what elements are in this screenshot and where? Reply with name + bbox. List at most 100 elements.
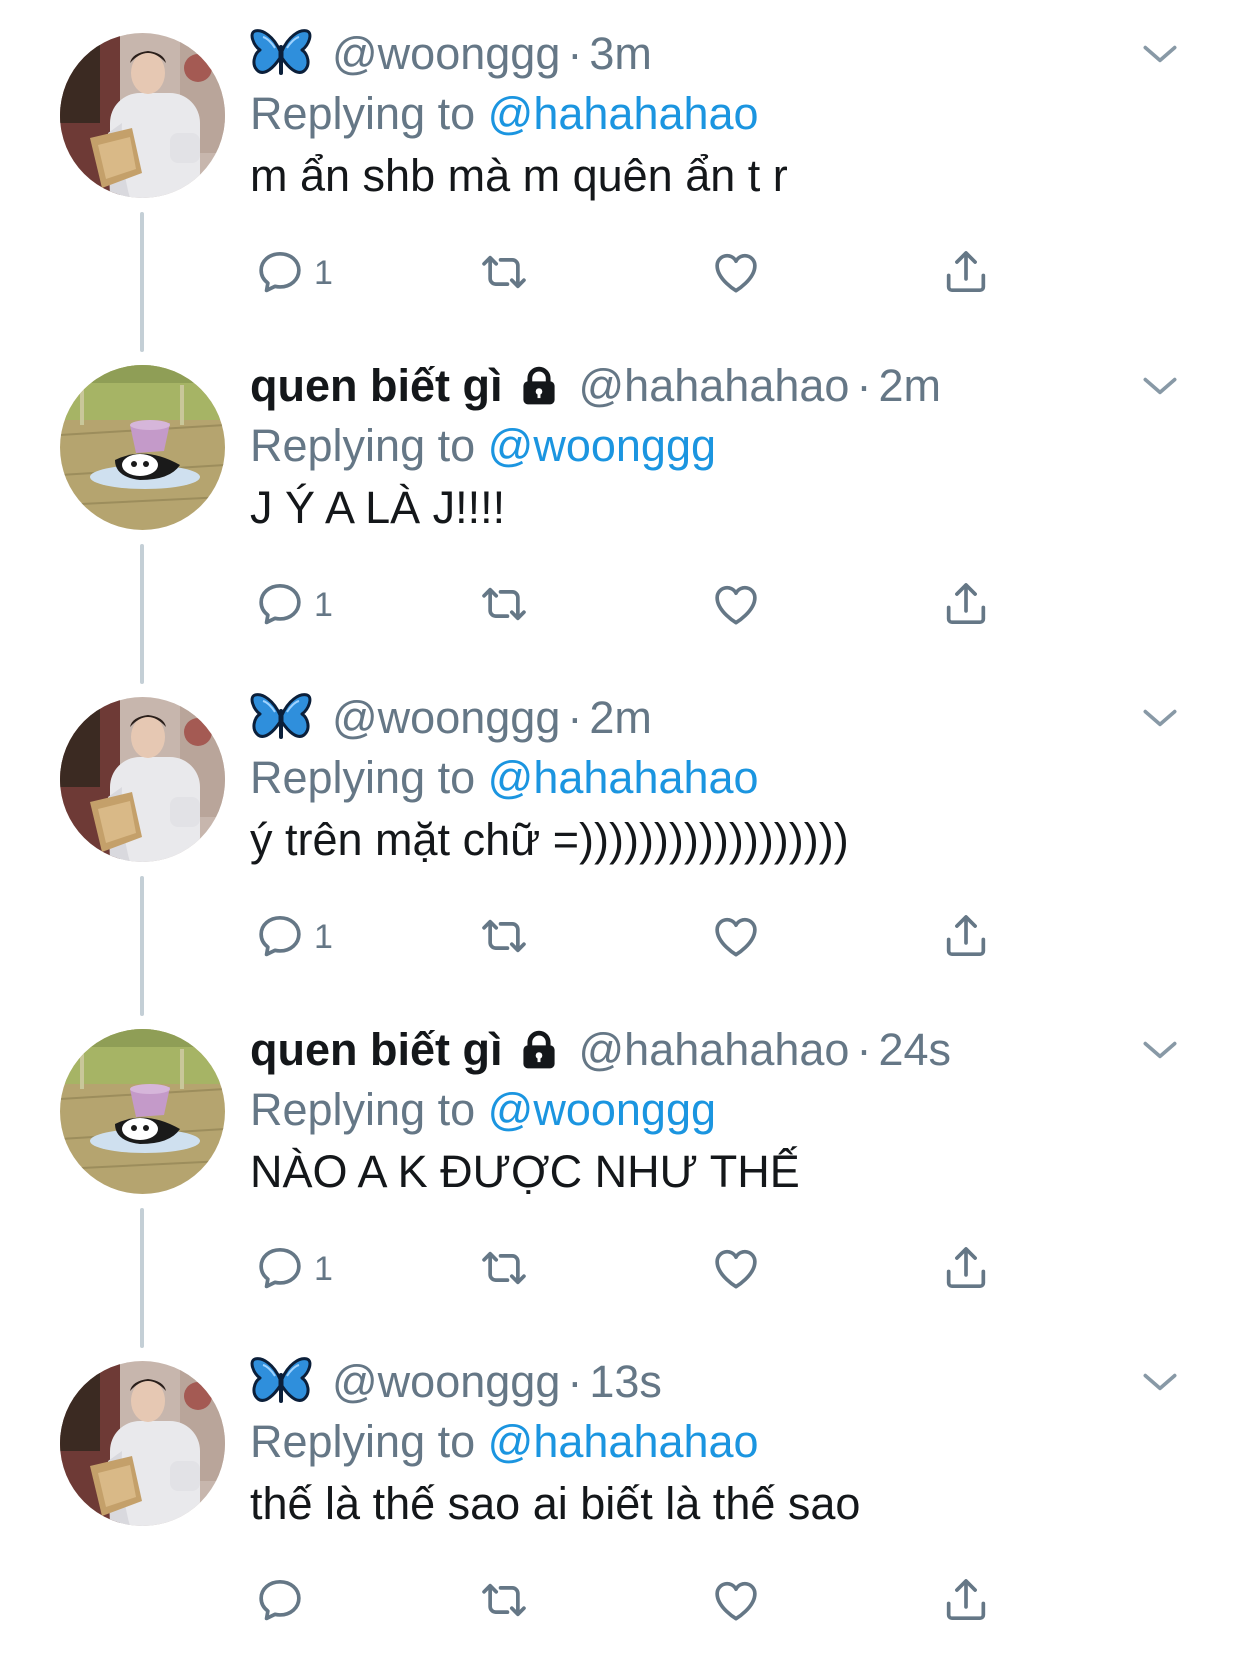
retweet-button[interactable] xyxy=(478,908,530,964)
heart-icon xyxy=(710,578,762,630)
user-handle[interactable]: @hahahahao xyxy=(579,360,850,412)
share-button[interactable] xyxy=(940,1572,992,1628)
retweet-icon xyxy=(478,1574,530,1626)
tweet-header: @woonggg · 2m xyxy=(250,686,652,750)
avatar[interactable] xyxy=(60,697,225,862)
reply-button[interactable]: 1 xyxy=(254,1240,333,1296)
tweet-thread: @woonggg · 3m Replying to @hahahahao m ẩ… xyxy=(0,0,1242,1658)
share-icon xyxy=(940,1242,992,1294)
chevron-down-icon[interactable] xyxy=(1138,1360,1182,1404)
replying-label: Replying to xyxy=(250,752,476,803)
reply-button[interactable]: 1 xyxy=(254,908,333,964)
mention-link[interactable]: @hahahahao xyxy=(488,752,759,803)
tweet[interactable]: @woonggg · 2m Replying to @hahahahao ý t… xyxy=(0,664,1242,1016)
user-handle[interactable]: @woonggg xyxy=(332,28,560,80)
retweet-button[interactable] xyxy=(478,244,530,300)
share-button[interactable] xyxy=(940,908,992,964)
display-name[interactable]: quen biết gì xyxy=(250,360,503,412)
reply-button[interactable]: 1 xyxy=(254,576,333,632)
lock-icon xyxy=(517,364,561,408)
tweet-text: m ẩn shb mà m quên ẩn t r xyxy=(250,150,788,201)
chevron-down-icon[interactable] xyxy=(1138,32,1182,76)
user-handle[interactable]: @hahahahao xyxy=(579,1024,850,1076)
share-icon xyxy=(940,578,992,630)
butterfly-icon xyxy=(250,1355,312,1409)
reply-icon xyxy=(254,246,306,298)
display-name[interactable]: quen biết gì xyxy=(250,1024,503,1076)
tweet-actions xyxy=(250,1572,1010,1632)
like-button[interactable] xyxy=(710,1240,762,1296)
like-button[interactable] xyxy=(710,244,762,300)
mention-link[interactable]: @woonggg xyxy=(488,420,716,471)
timestamp[interactable]: 2m xyxy=(878,360,941,412)
chevron-down-icon[interactable] xyxy=(1138,696,1182,740)
share-button[interactable] xyxy=(940,244,992,300)
like-button[interactable] xyxy=(710,1572,762,1628)
reply-icon xyxy=(254,1574,306,1626)
tweet-actions: 1 xyxy=(250,1240,1010,1300)
separator-dot: · xyxy=(856,360,872,411)
butterfly-icon xyxy=(250,27,312,81)
share-icon xyxy=(940,910,992,962)
retweet-icon xyxy=(478,1242,530,1294)
reply-icon xyxy=(254,910,306,962)
like-button[interactable] xyxy=(710,576,762,632)
user-handle[interactable]: @woonggg xyxy=(332,1356,560,1408)
replying-to: Replying to @hahahahao xyxy=(250,752,759,804)
chevron-down-icon[interactable] xyxy=(1138,1028,1182,1072)
replying-label: Replying to xyxy=(250,1416,476,1467)
thread-connector xyxy=(140,544,144,684)
butterfly-icon xyxy=(250,691,312,745)
tweet[interactable]: quen biết gì @hahahahao · 24s Replying t… xyxy=(0,996,1242,1348)
replying-label: Replying to xyxy=(250,420,476,471)
separator-dot: · xyxy=(567,692,583,743)
reply-count: 1 xyxy=(314,1249,333,1288)
retweet-button[interactable] xyxy=(478,1572,530,1628)
share-button[interactable] xyxy=(940,576,992,632)
share-button[interactable] xyxy=(940,1240,992,1296)
tweet-header: quen biết gì @hahahahao · 2m xyxy=(250,354,941,418)
thread-connector xyxy=(140,876,144,1016)
lock-icon xyxy=(517,1028,561,1072)
mention-link[interactable]: @hahahahao xyxy=(488,88,759,139)
reply-icon xyxy=(254,578,306,630)
avatar[interactable] xyxy=(60,365,225,530)
replying-to: Replying to @hahahahao xyxy=(250,88,759,140)
tweet[interactable]: @woonggg · 3m Replying to @hahahahao m ẩ… xyxy=(0,0,1242,352)
reply-button[interactable]: 1 xyxy=(254,244,333,300)
chevron-down-icon[interactable] xyxy=(1138,364,1182,408)
thread-connector xyxy=(140,1208,144,1348)
avatar[interactable] xyxy=(60,33,225,198)
tweet-text: NÀO A K ĐƯỢC NHƯ THẾ xyxy=(250,1146,800,1197)
avatar[interactable] xyxy=(60,1029,225,1194)
avatar[interactable] xyxy=(60,1361,225,1526)
heart-icon xyxy=(710,246,762,298)
thread-connector xyxy=(140,212,144,352)
tweet-text: thế là thế sao ai biết là thế sao xyxy=(250,1478,861,1529)
mention-link[interactable]: @hahahahao xyxy=(488,1416,759,1467)
user-handle[interactable]: @woonggg xyxy=(332,692,560,744)
timestamp[interactable]: 2m xyxy=(589,692,652,744)
share-icon xyxy=(940,1574,992,1626)
timestamp[interactable]: 24s xyxy=(878,1024,951,1076)
tweet[interactable]: quen biết gì @hahahahao · 2m Replying to… xyxy=(0,332,1242,684)
separator-dot: · xyxy=(567,28,583,79)
mention-link[interactable]: @woonggg xyxy=(488,1084,716,1135)
retweet-icon xyxy=(478,246,530,298)
timestamp[interactable]: 3m xyxy=(589,28,652,80)
reply-count: 1 xyxy=(314,253,333,292)
tweet-header: quen biết gì @hahahahao · 24s xyxy=(250,1018,951,1082)
retweet-button[interactable] xyxy=(478,576,530,632)
tweet[interactable]: @woonggg · 13s Replying to @hahahahao th… xyxy=(0,1328,1242,1660)
replying-to: Replying to @woonggg xyxy=(250,420,716,472)
replying-to: Replying to @woonggg xyxy=(250,1084,716,1136)
share-icon xyxy=(940,246,992,298)
tweet-actions: 1 xyxy=(250,908,1010,968)
heart-icon xyxy=(710,910,762,962)
timestamp[interactable]: 13s xyxy=(589,1356,662,1408)
tweet-header: @woonggg · 13s xyxy=(250,1350,662,1414)
reply-button[interactable] xyxy=(254,1572,314,1628)
reply-count: 1 xyxy=(314,917,333,956)
like-button[interactable] xyxy=(710,908,762,964)
retweet-button[interactable] xyxy=(478,1240,530,1296)
